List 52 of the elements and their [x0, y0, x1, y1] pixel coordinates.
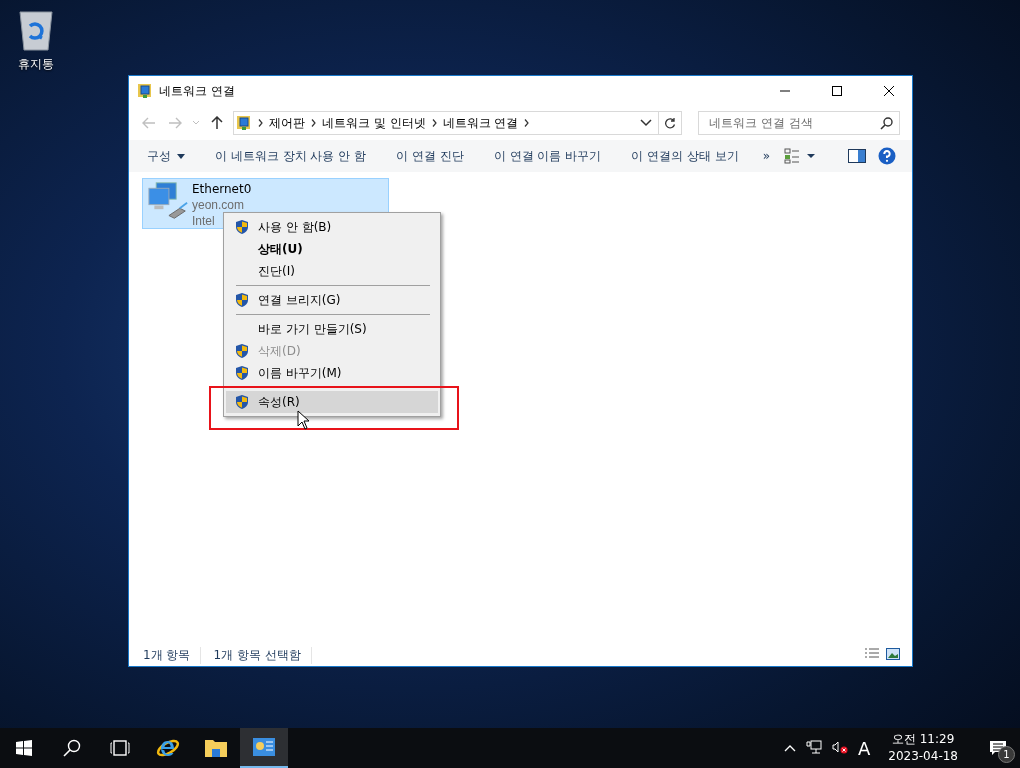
status-text: 1개 항목 선택함: [211, 646, 312, 664]
shield-icon: [234, 219, 250, 235]
shield-icon: [234, 394, 250, 410]
shield-icon: [234, 292, 250, 308]
taskbar-app-button[interactable]: [240, 728, 288, 768]
mouse-pointer-icon: [297, 410, 310, 430]
chevron-icon[interactable]: [431, 119, 437, 127]
desktop-icon-label[interactable]: 휴지통: [18, 56, 54, 73]
input-method-indicator[interactable]: A: [857, 737, 871, 759]
toolbar-menu-button[interactable]: 구성: [139, 143, 193, 169]
control-panel-icon: [253, 738, 275, 756]
network-folder-icon: [236, 115, 252, 131]
close-icon[interactable]: [884, 86, 894, 96]
taskbar-clock[interactable]: 오전 11:29 2023-04-18: [880, 731, 966, 765]
notification-center-button[interactable]: 1: [976, 728, 1020, 768]
breadcrumb-item[interactable]: 제어판: [269, 114, 305, 132]
address-bar[interactable]: 제어판 네트워크 및 인터넷 네트워크 연결: [233, 111, 682, 135]
toolbar-button[interactable]: 이 네트워크 장치 사용 안 함: [207, 143, 375, 169]
context-menu-item[interactable]: 진단(I): [226, 260, 438, 282]
toolbar-button[interactable]: 이 연결 이름 바꾸기: [485, 143, 610, 169]
search-icon[interactable]: [880, 117, 893, 130]
context-menu-item[interactable]: 연결 브리지(G): [226, 289, 438, 311]
connection-name: Ethernet0: [192, 181, 252, 197]
network-status-icon[interactable]: [805, 739, 822, 757]
browser-icon: [156, 739, 180, 757]
folder-icon: [205, 740, 227, 757]
network-folder-icon: [137, 83, 153, 99]
network-adapter-icon: [147, 181, 189, 221]
breadcrumb-item[interactable]: 네트워크 연결: [442, 114, 519, 132]
shield-icon: [234, 343, 250, 359]
connection-domain: yeon.com: [192, 197, 245, 213]
context-menu-item[interactable]: 속성(R): [226, 391, 438, 413]
context-menu-item[interactable]: 이름 바꾸기(M): [226, 362, 438, 384]
context-menu-item[interactable]: 바로 가기 만들기(S): [226, 318, 438, 340]
status-text: 1개 항목: [141, 646, 202, 664]
notification-count: 1: [998, 746, 1015, 763]
shield-icon: [234, 365, 250, 381]
window-title: 네트워크 연결: [159, 82, 236, 100]
toolbar-button[interactable]: 이 연결 진단: [388, 143, 472, 169]
recycle-bin-icon[interactable]: [16, 8, 56, 52]
toolbar-button[interactable]: 이 연결의 상태 보기: [623, 143, 747, 169]
caret-icon[interactable]: [177, 153, 185, 159]
context-menu-item[interactable]: 상태(U): [226, 238, 438, 260]
more-commands-button[interactable]: »: [754, 145, 778, 167]
chevron-icon[interactable]: [258, 119, 263, 127]
large-icons-view-icon[interactable]: [886, 647, 900, 663]
connection-adapter: Intel: [192, 213, 215, 229]
breadcrumb-item[interactable]: 네트워크 및 인터넷: [322, 114, 426, 132]
chevron-icon[interactable]: [311, 119, 316, 127]
chevron-icon[interactable]: [524, 119, 530, 127]
maximize-icon[interactable]: [832, 86, 842, 96]
search-field[interactable]: 네트워크 연결 검색: [698, 111, 900, 135]
